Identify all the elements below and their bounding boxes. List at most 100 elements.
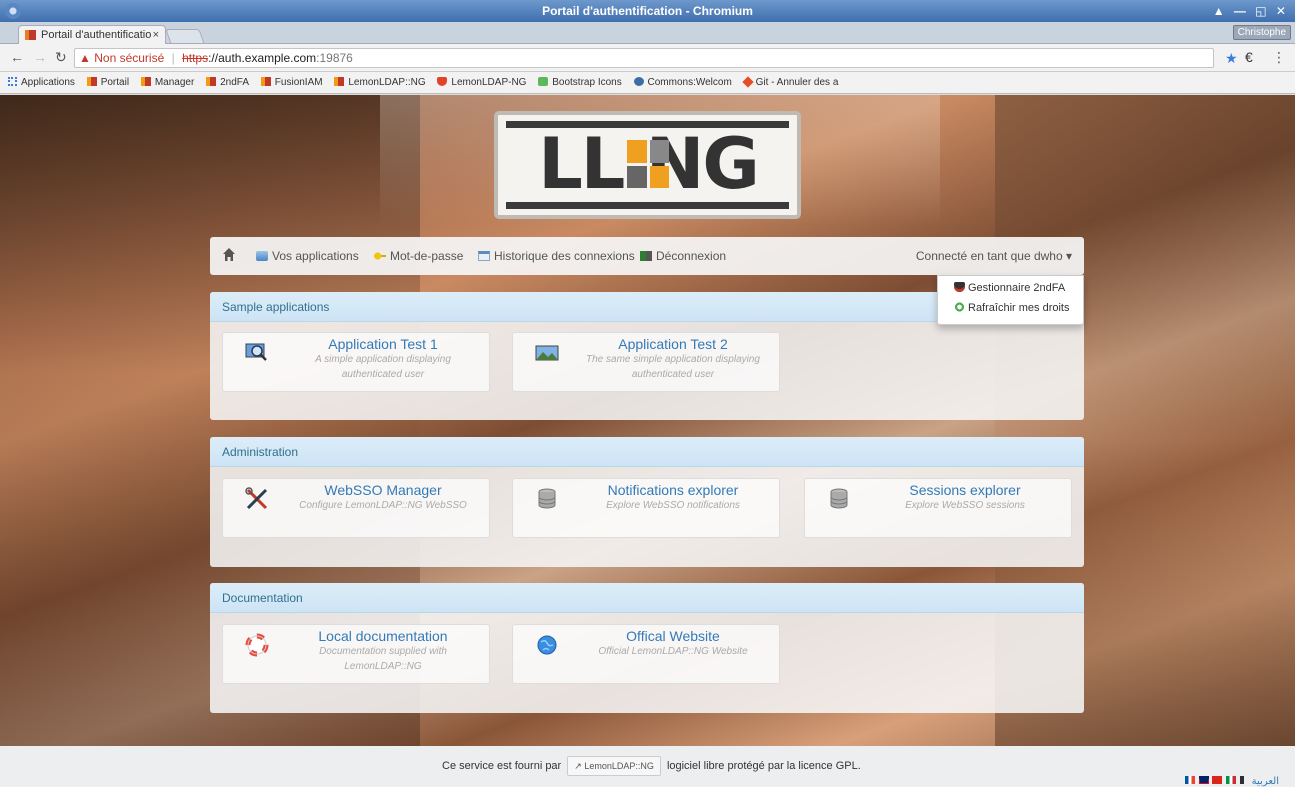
external-link-icon: ↗ xyxy=(574,761,582,771)
lemonldap-footer-button[interactable]: ↗ LemonLDAP::NG xyxy=(567,756,661,776)
lemonldap-icon xyxy=(334,77,345,86)
bookmarks-bar: Applications Portail Manager 2ndFA Fusio… xyxy=(0,72,1295,94)
app-description: A simple application displaying authenti… xyxy=(315,354,451,380)
flag-it-icon[interactable] xyxy=(1226,776,1237,784)
lemonldap-icon xyxy=(86,77,97,86)
lemonldap-icon xyxy=(206,77,217,86)
nav-vos-applications[interactable]: Vos applications xyxy=(256,249,359,263)
flag-tr-icon[interactable] xyxy=(1239,776,1244,784)
panel-title: Documentation xyxy=(210,583,1084,613)
forward-arrow-icon[interactable]: → xyxy=(33,49,47,65)
url-scheme: https xyxy=(182,51,209,65)
database-icon xyxy=(830,488,848,509)
lemonldap-icon xyxy=(260,77,271,86)
nav-deconnexion[interactable]: Déconnexion xyxy=(640,249,726,263)
app-card-test1[interactable]: Application Test 1 A simple application … xyxy=(222,332,490,392)
dropdown-refresh-rights[interactable]: Rafraîchir mes droits xyxy=(954,302,1069,314)
warning-icon: ▲ xyxy=(79,51,91,65)
window-title: Portail d'authentification - Chromium xyxy=(542,4,753,18)
bookmark-bootstrap-icons[interactable]: Bootstrap Icons xyxy=(538,72,622,93)
bookmark-manager[interactable]: Manager xyxy=(140,72,194,93)
git-icon xyxy=(741,76,754,88)
shield-icon xyxy=(954,282,965,292)
nav-historique[interactable]: Historique des connexions xyxy=(478,249,635,263)
extension-icon[interactable]: € xyxy=(1245,49,1253,65)
user-menu-toggle[interactable]: Connecté en tant que dwho ▾ xyxy=(916,249,1072,263)
flag-vn-icon[interactable] xyxy=(1212,776,1223,784)
tools-icon xyxy=(245,487,268,510)
bookmark-commons[interactable]: Commons:Welcom xyxy=(633,72,732,93)
bookmark-fusioniam[interactable]: FusionIAM xyxy=(260,72,323,93)
app-card-websso-manager[interactable]: WebSSO Manager Configure LemonLDAP::NG W… xyxy=(222,478,490,538)
llng-logo[interactable]: LL NG xyxy=(494,111,801,219)
home-icon[interactable] xyxy=(222,247,236,263)
bookmark-lemonldap[interactable]: LemonLDAP::NG xyxy=(334,72,426,93)
wikimedia-icon xyxy=(633,77,644,86)
flag-fr-icon[interactable] xyxy=(1184,776,1195,784)
database-icon xyxy=(538,488,556,509)
bookmark-applications[interactable]: Applications xyxy=(8,72,75,93)
app-description: Explore WebSSO sessions xyxy=(905,500,1025,511)
tab-close-icon[interactable]: × xyxy=(153,26,159,44)
app-card-test2[interactable]: Application Test 2 The same simple appli… xyxy=(512,332,780,392)
new-tab-button[interactable] xyxy=(165,29,205,44)
app-description: The same simple application displaying a… xyxy=(586,354,760,380)
globe-icon xyxy=(537,635,557,655)
app-description: Documentation supplied with LemonLDAP::N… xyxy=(319,646,447,672)
app-title[interactable]: WebSSO Manager xyxy=(283,482,483,498)
landscape-icon xyxy=(535,345,559,361)
portal-navbar: Vos applications Mot-de-passe Historique… xyxy=(210,237,1084,275)
bookmark-star-icon[interactable]: ★ xyxy=(1225,50,1238,67)
browser-toolbar: ← → ↻ ▲ Non sécurisé | https://auth.exam… xyxy=(0,44,1295,72)
app-description: Configure LemonLDAP::NG WebSSO xyxy=(299,500,467,511)
nav-mot-de-passe[interactable]: Mot-de-passe xyxy=(374,249,463,263)
apps-grid-icon xyxy=(8,77,17,86)
magnifier-icon xyxy=(245,343,267,361)
logout-icon xyxy=(640,251,652,261)
app-card-sessions-explorer[interactable]: Sessions explorer Explore WebSSO session… xyxy=(804,478,1072,538)
calendar-icon xyxy=(478,251,490,261)
address-bar[interactable]: ▲ Non sécurisé | https://auth.example.co… xyxy=(74,48,1214,68)
app-title[interactable]: Offical Website xyxy=(573,628,773,644)
window-controls[interactable]: ▲ — ◱ ✕ xyxy=(1213,0,1289,22)
back-arrow-icon[interactable]: ← xyxy=(10,49,24,65)
tab-strip: Portail d'authentificatio × Christophe xyxy=(0,22,1295,44)
url-port: :19876 xyxy=(316,51,353,65)
language-selector: العربية xyxy=(1184,761,1279,787)
app-title[interactable]: Sessions explorer xyxy=(865,482,1065,498)
lifebuoy-icon xyxy=(245,633,269,657)
page-footer: Ce service est fourni par ↗ LemonLDAP::N… xyxy=(0,746,1295,787)
app-card-notifications-explorer[interactable]: Notifications explorer Explore WebSSO no… xyxy=(512,478,780,538)
panel-administration: Administration WebSSO Manager Configure … xyxy=(210,437,1084,567)
dropdown-2ndfa-manager[interactable]: Gestionnaire 2ndFA xyxy=(954,282,1065,294)
logo-bottom-bar xyxy=(506,202,789,209)
bookmark-gitlab[interactable]: LemonLDAP-NG xyxy=(437,72,526,93)
app-title[interactable]: Application Test 2 xyxy=(573,336,773,352)
user-dropdown-menu: Gestionnaire 2ndFA Rafraîchir mes droits xyxy=(937,275,1084,325)
logo-tiles xyxy=(627,140,669,188)
app-title[interactable]: Notifications explorer xyxy=(573,482,773,498)
panel-title: Administration xyxy=(210,437,1084,467)
bookmark-git[interactable]: Git - Annuler des a xyxy=(741,72,838,93)
language-arabic[interactable]: العربية xyxy=(1252,776,1279,787)
profile-button[interactable]: Christophe xyxy=(1232,25,1291,40)
bookmark-2ndfa[interactable]: 2ndFA xyxy=(206,72,249,93)
app-title[interactable]: Application Test 1 xyxy=(283,336,483,352)
security-status[interactable]: Non sécurisé xyxy=(94,51,164,65)
bookmark-portail[interactable]: Portail xyxy=(86,72,129,93)
app-description: Explore WebSSO notifications xyxy=(606,500,740,511)
tab-portal[interactable]: Portail d'authentificatio × xyxy=(18,25,166,44)
favicon-icon xyxy=(25,30,36,40)
bootstrap-icon xyxy=(538,77,549,86)
panel-documentation: Documentation Local documentation Docume… xyxy=(210,583,1084,713)
gitlab-icon xyxy=(437,77,448,86)
browser-menu-icon[interactable]: ⋮ xyxy=(1272,49,1286,66)
app-card-local-documentation[interactable]: Local documentation Documentation suppli… xyxy=(222,624,490,684)
page-viewport: LL NG Vos applications Mot-de-passe Hist… xyxy=(0,95,1295,787)
flag-uk-icon[interactable] xyxy=(1198,776,1209,784)
app-title[interactable]: Local documentation xyxy=(283,628,483,644)
tab-label: Portail d'authentificatio xyxy=(41,29,152,41)
reload-icon[interactable]: ↻ xyxy=(55,49,67,66)
app-card-official-website[interactable]: Offical Website Official LemonLDAP::NG W… xyxy=(512,624,780,684)
key-icon xyxy=(374,251,386,261)
